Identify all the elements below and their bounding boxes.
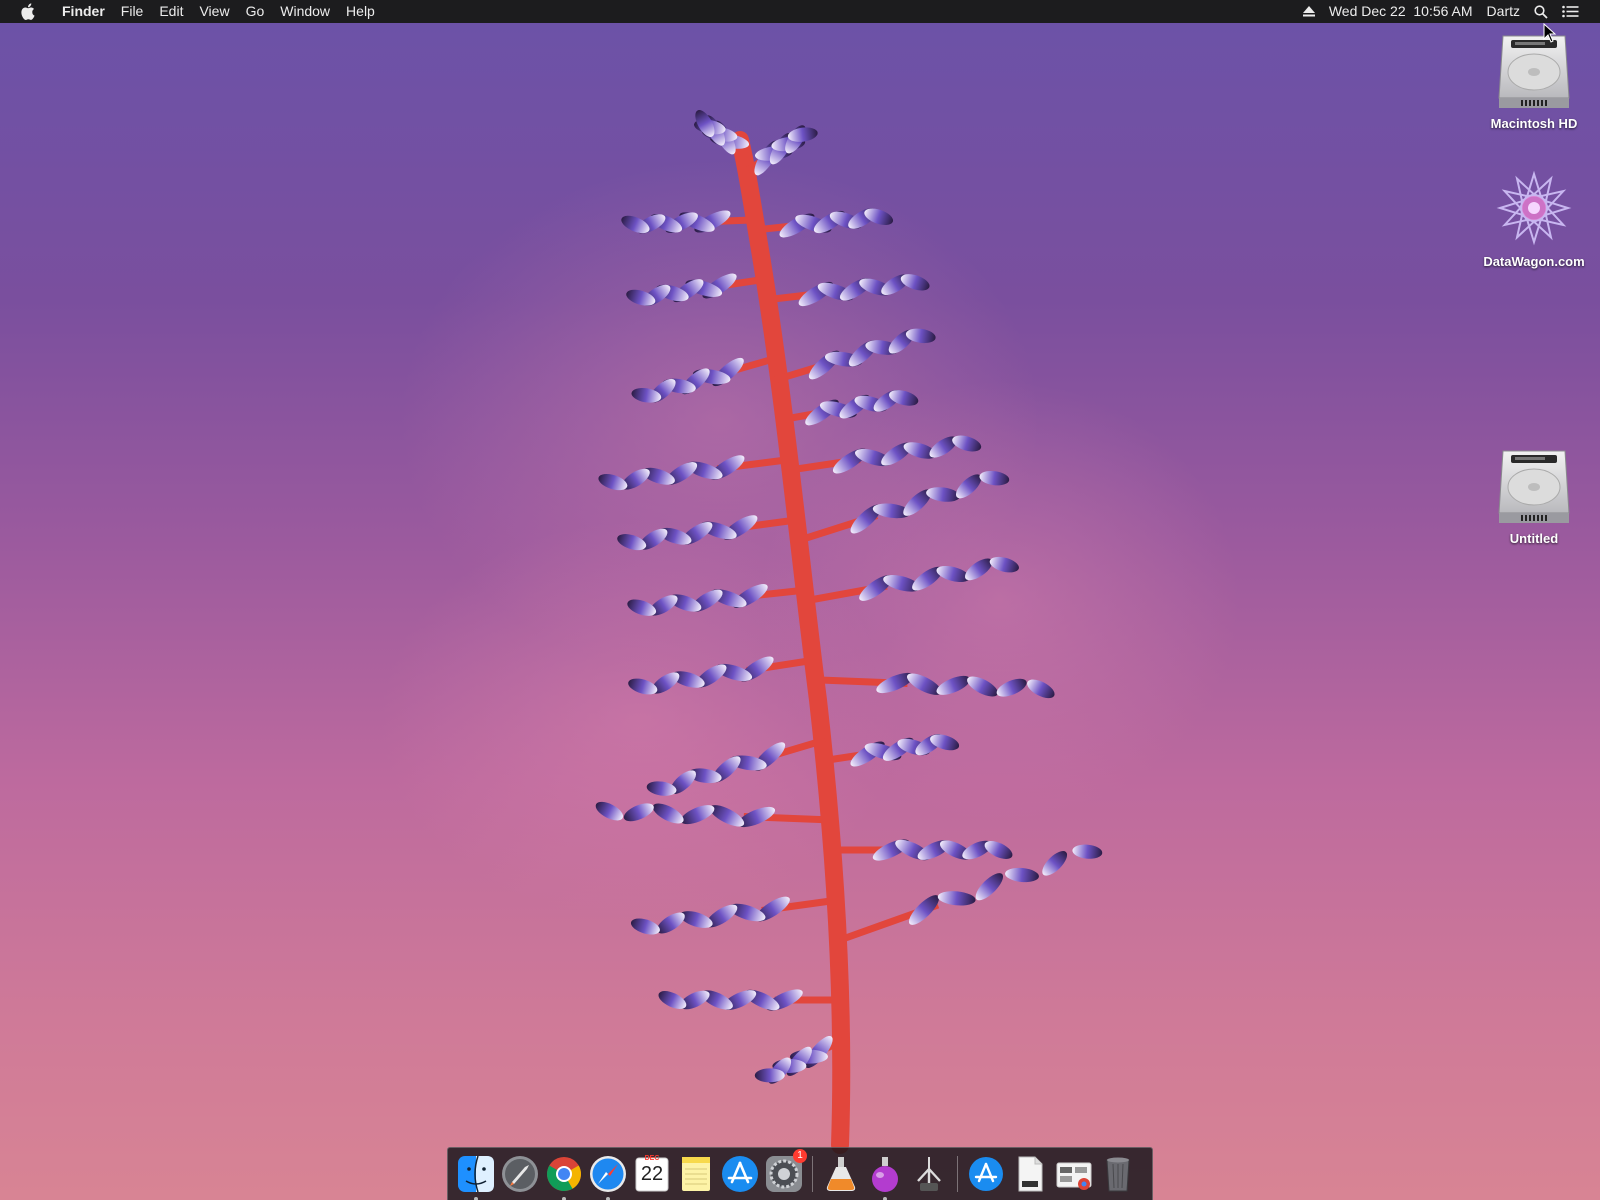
notification-badge: 1: [793, 1149, 807, 1163]
chrome-icon: [547, 1157, 581, 1191]
installer-flask-icon: [826, 1157, 856, 1191]
trash-icon: [1106, 1157, 1130, 1192]
menu-bar: Finder File Edit View Go Window Help Wed…: [0, 0, 1600, 23]
menu-file[interactable]: File: [113, 0, 152, 23]
desktop-icon-label: Untitled: [1509, 531, 1559, 546]
menu-go[interactable]: Go: [238, 0, 273, 23]
desktop: Finder File Edit View Go Window Help Wed…: [0, 0, 1600, 1200]
dock-system-preferences[interactable]: 1: [764, 1149, 807, 1196]
safari-icon: [590, 1156, 626, 1192]
dock-document[interactable]: [1010, 1152, 1050, 1196]
calendar-month: DEC: [644, 1155, 660, 1162]
dock-app-store[interactable]: [720, 1152, 760, 1196]
menu-view[interactable]: View: [191, 0, 237, 23]
dock-potion[interactable]: [865, 1152, 905, 1200]
chrome-apps-folder-icon: [1056, 1162, 1092, 1190]
dock-notes[interactable]: [676, 1152, 716, 1196]
menubar-clock[interactable]: Wed Dec 22 10:56 AM: [1322, 0, 1480, 23]
apple-menu-icon[interactable]: [20, 3, 36, 21]
desktop-icon-macintosh-hd[interactable]: Macintosh HD: [1469, 32, 1599, 131]
notification-center-icon[interactable]: [1555, 0, 1586, 23]
menu-window[interactable]: Window: [272, 0, 338, 23]
eject-icon[interactable]: [1296, 0, 1322, 23]
spotlight-search-icon[interactable]: [1527, 0, 1555, 23]
dock-installer-flask[interactable]: [821, 1152, 861, 1196]
potion-icon: [872, 1157, 898, 1192]
desktop-icon-label: DataWagon.com: [1483, 254, 1585, 269]
datawagon-icon: [1496, 170, 1572, 246]
app-store-icon: [722, 1156, 758, 1192]
mouse-cursor-icon: [1543, 23, 1557, 43]
desktop-icon-label: Macintosh HD: [1490, 116, 1578, 131]
desktop-icon-datawagon[interactable]: DataWagon.com: [1469, 168, 1599, 269]
dock-finder[interactable]: [456, 1152, 496, 1200]
dock-chrome-apps-folder[interactable]: [1054, 1152, 1094, 1196]
wallpaper-plant-image: [380, 109, 1240, 1154]
notes-icon: [682, 1157, 710, 1191]
hard-drive-icon: [1498, 35, 1570, 108]
dock-launchpad[interactable]: [500, 1152, 540, 1196]
hard-drive-icon: [1498, 450, 1570, 523]
dock-grabber[interactable]: [909, 1152, 949, 1196]
dock-calendar[interactable]: DEC 22: [632, 1152, 672, 1196]
app-store-downloads-icon: [969, 1157, 1003, 1191]
dock-trash[interactable]: [1098, 1152, 1138, 1196]
dock-separator: [957, 1156, 958, 1192]
dock-separator: [812, 1156, 813, 1192]
menu-edit[interactable]: Edit: [151, 0, 191, 23]
calendar-day: 22: [640, 1163, 664, 1185]
dock-safari[interactable]: [588, 1152, 628, 1200]
menu-help[interactable]: Help: [338, 0, 383, 23]
document-icon: [1018, 1156, 1043, 1192]
dock: DEC 22 1: [447, 1147, 1153, 1200]
menu-finder[interactable]: Finder: [54, 0, 113, 23]
menubar-user[interactable]: Dartz: [1480, 0, 1527, 23]
grabber-icon: [917, 1157, 941, 1191]
launchpad-icon: [502, 1156, 538, 1192]
dock-app-store-downloads[interactable]: [966, 1152, 1006, 1196]
desktop-icon-untitled[interactable]: Untitled: [1469, 447, 1599, 546]
dock-chrome[interactable]: [544, 1152, 584, 1200]
finder-icon: [458, 1155, 494, 1193]
